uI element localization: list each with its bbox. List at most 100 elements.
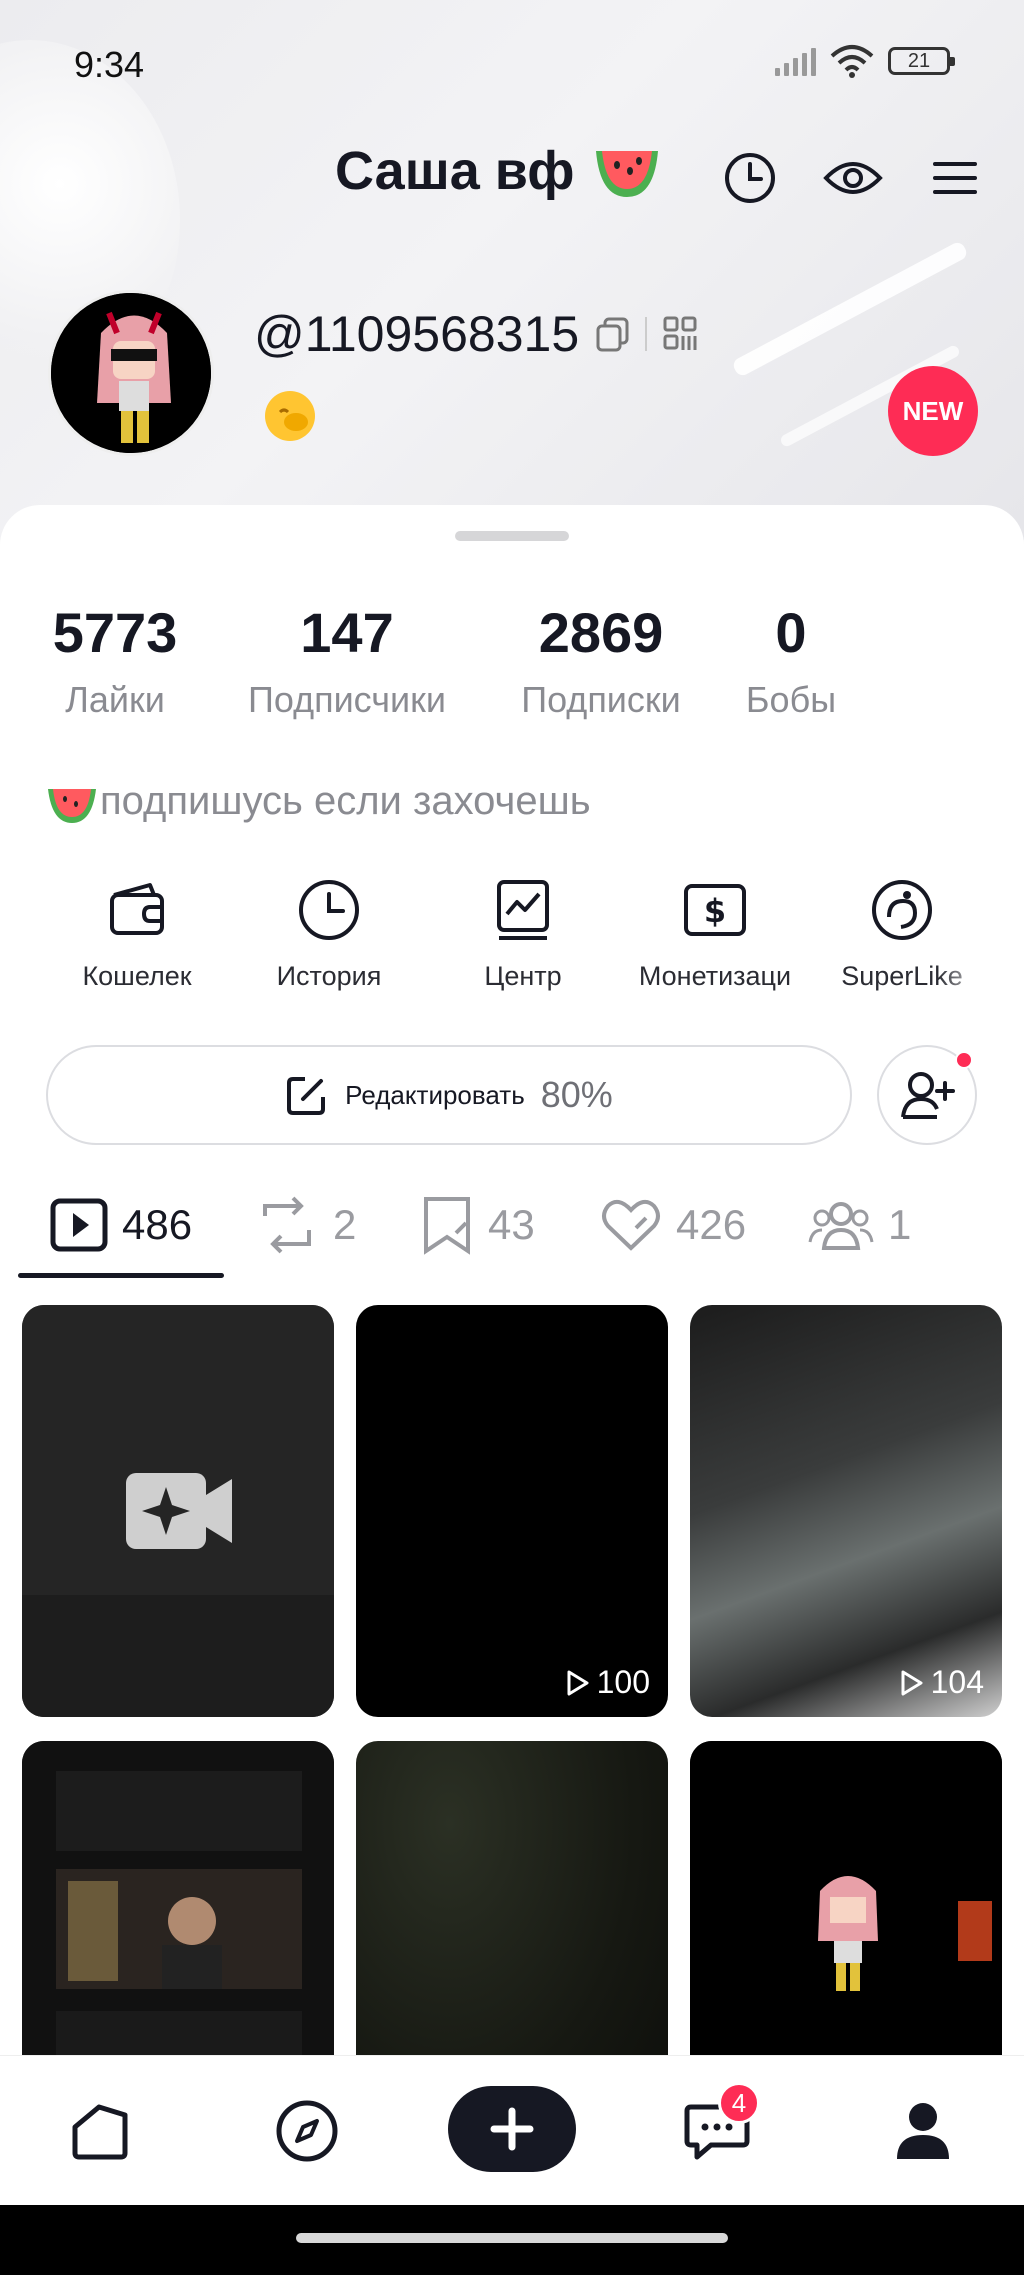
bio-text: подпишусь если захочешь xyxy=(100,778,591,823)
dollar-icon: $ xyxy=(680,875,750,945)
tool-creator-center[interactable]: Центр xyxy=(428,875,618,992)
sheet-grabber[interactable] xyxy=(455,531,569,541)
nav-discover[interactable] xyxy=(262,2086,352,2176)
plus-icon xyxy=(490,2107,534,2151)
username: @1109568315 xyxy=(254,305,701,363)
username-text: @1109568315 xyxy=(254,306,580,362)
edit-profile-button[interactable]: Редактировать 80% xyxy=(46,1045,852,1145)
nav-profile[interactable] xyxy=(878,2086,968,2176)
home-icon xyxy=(72,2104,128,2160)
menu-button[interactable] xyxy=(925,148,985,208)
stats-row: 5773 Лайки 147 Подписчики 2869 Подписки … xyxy=(0,600,1024,730)
superlike-icon xyxy=(867,875,937,945)
watermelon-icon xyxy=(596,151,659,197)
tab-count: 2 xyxy=(333,1201,357,1248)
active-tab-indicator xyxy=(18,1273,224,1278)
nav-messages[interactable]: 4 xyxy=(672,2082,762,2176)
status-emoji[interactable] xyxy=(262,388,318,444)
view-count-text: 104 xyxy=(930,1664,984,1700)
bottom-navigation: 4 xyxy=(0,2055,1024,2205)
stat-value: 2869 xyxy=(538,601,664,664)
profile-views-button[interactable] xyxy=(823,148,883,208)
tool-wallet[interactable]: Кошелек xyxy=(42,875,232,992)
stat-likes[interactable]: 5773 Лайки xyxy=(44,600,186,721)
heart-icon xyxy=(602,1199,660,1251)
tool-label: SuperLike xyxy=(841,961,963,991)
view-count: 104 xyxy=(899,1664,984,1701)
tab-videos[interactable]: 486 xyxy=(50,1180,192,1270)
watermelon-icon xyxy=(46,775,98,827)
status-icons: 21 xyxy=(775,44,955,78)
system-gesture-bar xyxy=(0,2205,1024,2275)
stat-value: 147 xyxy=(300,601,394,664)
tab-reposts[interactable]: 2 xyxy=(255,1180,356,1270)
copy-icon xyxy=(596,317,629,352)
video-tile[interactable]: 104 xyxy=(690,1305,1002,1717)
stat-following[interactable]: 2869 Подписки xyxy=(506,600,696,721)
emoji-icon xyxy=(265,391,315,441)
hamburger-menu-icon xyxy=(933,162,977,194)
tool-label: Кошелек xyxy=(82,961,192,991)
qr-code-button[interactable] xyxy=(661,314,701,354)
profile-icon xyxy=(897,2103,949,2159)
stat-followers[interactable]: 147 Подписчики xyxy=(236,600,458,721)
content-tabs: 486 2 43 426 1 xyxy=(0,1170,1024,1280)
video-tile[interactable]: 100 xyxy=(356,1305,668,1717)
wifi-icon xyxy=(830,45,874,78)
play-outline-icon xyxy=(901,1670,923,1695)
battery-icon: 21 xyxy=(888,47,955,75)
compass-icon xyxy=(276,2100,338,2162)
stat-label: Бобы xyxy=(745,679,837,720)
tool-label: Центр xyxy=(484,961,562,991)
profile-name-text: Саша вф xyxy=(335,141,575,201)
tab-count: 426 xyxy=(676,1201,747,1248)
tab-count: 1 xyxy=(888,1201,912,1248)
history-button[interactable] xyxy=(720,148,780,208)
status-time: 9:34 xyxy=(74,44,145,85)
tool-label: История xyxy=(276,961,382,991)
avatar-character-image xyxy=(51,293,211,453)
profile-completion: 80% xyxy=(540,1074,613,1115)
stat-label: Подписки xyxy=(521,679,681,720)
tab-count: 486 xyxy=(122,1201,193,1248)
new-badge[interactable]: NEW xyxy=(888,366,978,456)
eye-icon xyxy=(823,162,883,194)
stat-label: Лайки xyxy=(65,679,165,720)
add-user-icon xyxy=(901,1072,955,1119)
avatar[interactable] xyxy=(48,290,214,456)
stat-label: Подписчики xyxy=(247,679,447,720)
tool-history[interactable]: История xyxy=(234,875,424,992)
edit-icon xyxy=(287,1077,326,1115)
svg-text:$: $ xyxy=(704,892,726,930)
tab-friends[interactable]: 1 xyxy=(808,1180,911,1270)
bookmark-icon xyxy=(424,1197,470,1255)
title-row: Саша вф xyxy=(0,130,1024,220)
profile-sheet: 5773 Лайки 147 Подписчики 2869 Подписки … xyxy=(0,505,1024,2153)
signal-icon xyxy=(775,46,816,76)
add-friend-button[interactable] xyxy=(877,1045,977,1145)
tool-label: Монетизаци xyxy=(638,961,792,991)
battery-level: 21 xyxy=(907,49,931,72)
tab-favorites[interactable]: 43 xyxy=(420,1180,535,1270)
play-icon xyxy=(50,1198,108,1252)
qr-code-icon xyxy=(663,316,697,350)
stat-beans[interactable]: 0 Бобы xyxy=(738,600,844,721)
profile-name: Саша вф xyxy=(335,140,662,202)
chart-icon xyxy=(488,875,558,945)
view-count-text: 100 xyxy=(596,1664,650,1700)
create-button[interactable] xyxy=(448,2086,576,2172)
notification-dot xyxy=(955,1051,973,1069)
copy-button[interactable] xyxy=(593,314,633,354)
clock-icon xyxy=(725,153,775,203)
home-indicator[interactable] xyxy=(296,2233,728,2243)
tools-row: Кошелек История Центр $ Монетизаци Super… xyxy=(0,875,1024,1005)
tool-superlike[interactable]: SuperLike xyxy=(812,875,992,992)
repost-icon xyxy=(263,1196,311,1254)
play-outline-icon xyxy=(567,1670,589,1695)
wallet-icon xyxy=(102,875,172,945)
tab-count: 43 xyxy=(488,1201,535,1248)
tab-liked[interactable]: 426 xyxy=(600,1180,746,1270)
nav-home[interactable] xyxy=(56,2086,146,2176)
tool-monetization[interactable]: $ Монетизаци xyxy=(620,875,810,992)
video-tile-drafts[interactable] xyxy=(22,1305,334,1717)
